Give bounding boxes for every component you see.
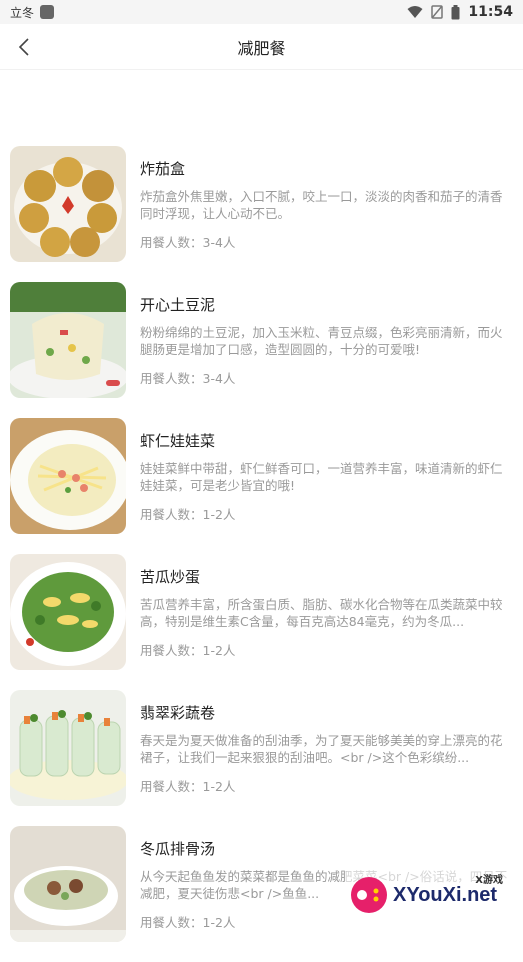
serving-count: 用餐人数：1-2人 bbox=[140, 640, 511, 659]
list-item[interactable]: 虾仁娃娃菜 娃娃菜鲜中带甜，虾仁鲜香可口，一道营养丰富，味道清新的虾仁娃娃菜，可… bbox=[0, 418, 523, 554]
recipe-image bbox=[10, 146, 126, 262]
recipe-description: 娃娃菜鲜中带甜，虾仁鲜香可口，一道营养丰富，味道清新的虾仁娃娃菜，可是老少皆宜的… bbox=[140, 460, 511, 494]
recipe-name: 开心土豆泥 bbox=[140, 296, 511, 314]
watermark: XYouXi.net X游戏 bbox=[345, 869, 515, 921]
back-button[interactable] bbox=[14, 36, 34, 58]
recipe-image bbox=[10, 826, 126, 942]
list-item[interactable]: 翡翠彩蔬卷 春天是为夏天做准备的刮油季，为了夏天能够美美的穿上漂亮的花裙子，让我… bbox=[0, 690, 523, 826]
top-app-bar: 减肥餐 bbox=[0, 24, 523, 70]
notification-icon bbox=[40, 5, 54, 19]
clock-time: 11:54 bbox=[468, 4, 513, 20]
page-title: 减肥餐 bbox=[237, 35, 285, 59]
serving-count: 用餐人数：3-4人 bbox=[140, 368, 511, 387]
recipe-description: 粉粉绵绵的土豆泥，加入玉米粒、青豆点缀，色彩亮丽清新，而火腿肠更是增加了口感，造… bbox=[140, 324, 511, 358]
gamepad-logo-icon bbox=[349, 875, 389, 915]
serving-count: 用餐人数：1-2人 bbox=[140, 504, 511, 523]
recipe-image bbox=[10, 282, 126, 398]
list-item[interactable]: 炸茄盒 炸茄盒外焦里嫩，入口不腻，咬上一口，淡淡的肉香和茄子的清香同时浮现，让人… bbox=[0, 146, 523, 282]
recipe-image bbox=[10, 554, 126, 670]
recipe-name: 炸茄盒 bbox=[140, 160, 511, 178]
watermark-small: X游戏 bbox=[475, 871, 503, 886]
recipe-description: 春天是为夏天做准备的刮油季，为了夏天能够美美的穿上漂亮的花裙子，让我们一起来狠狠… bbox=[140, 732, 511, 766]
wifi-icon bbox=[407, 5, 423, 19]
recipe-image bbox=[10, 690, 126, 806]
recipe-name: 苦瓜炒蛋 bbox=[140, 568, 511, 586]
recipe-name: 虾仁娃娃菜 bbox=[140, 432, 511, 450]
list-item[interactable]: 开心土豆泥 粉粉绵绵的土豆泥，加入玉米粒、青豆点缀，色彩亮丽清新，而火腿肠更是增… bbox=[0, 282, 523, 418]
list-item[interactable]: 苦瓜炒蛋 苦瓜营养丰富，所含蛋白质、脂肪、碳水化合物等在瓜类蔬菜中较高，特别是维… bbox=[0, 554, 523, 690]
recipe-list: 炸茄盒 炸茄盒外焦里嫩，入口不腻，咬上一口，淡淡的肉香和茄子的清香同时浮现，让人… bbox=[0, 146, 523, 962]
recipe-description: 炸茄盒外焦里嫩，入口不腻，咬上一口，淡淡的肉香和茄子的清香同时浮现，让人心动不已… bbox=[140, 188, 511, 222]
recipe-image bbox=[10, 418, 126, 534]
serving-count: 用餐人数：3-4人 bbox=[140, 232, 511, 251]
carrier-label: 立冬 bbox=[10, 4, 34, 21]
battery-icon bbox=[451, 5, 460, 20]
recipe-name: 翡翠彩蔬卷 bbox=[140, 704, 511, 722]
no-sim-icon bbox=[431, 5, 443, 19]
recipe-description: 苦瓜营养丰富，所含蛋白质、脂肪、碳水化合物等在瓜类蔬菜中较高，特别是维生素C含量… bbox=[140, 596, 511, 630]
chevron-left-icon bbox=[18, 37, 30, 57]
status-bar: 立冬 11:54 bbox=[0, 0, 523, 24]
recipe-name: 冬瓜排骨汤 bbox=[140, 840, 511, 858]
serving-count: 用餐人数：1-2人 bbox=[140, 776, 511, 795]
watermark-brand: XYouXi.net bbox=[393, 884, 497, 907]
